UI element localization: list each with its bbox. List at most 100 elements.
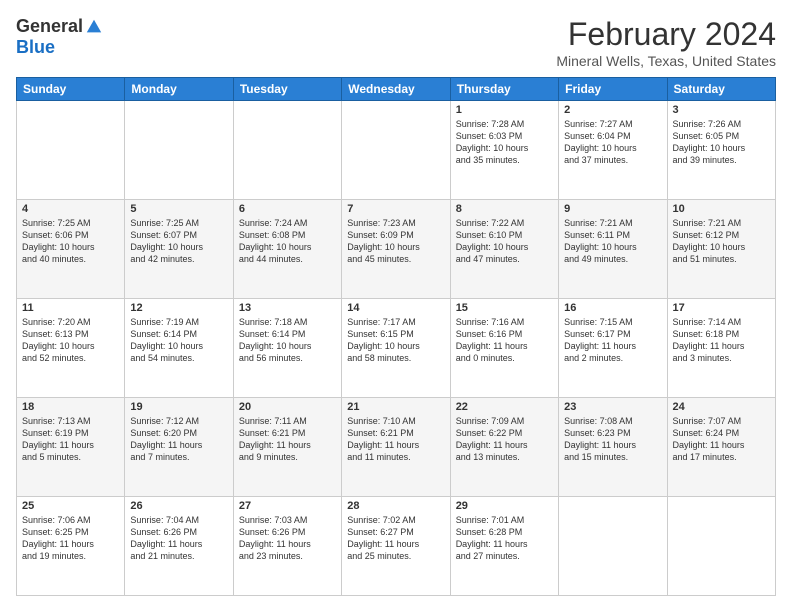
day-number: 14 <box>347 302 444 314</box>
day-number: 4 <box>22 203 119 215</box>
calendar-cell: 26 Sunrise: 7:04 AM Sunset: 6:26 PM Dayli… <box>125 497 233 596</box>
day-info: Sunrise: 7:03 AM Sunset: 6:26 PM Dayligh… <box>239 514 336 563</box>
calendar-cell: 9Sunrise: 7:21 AM Sunset: 6:11 PM Daylig… <box>559 200 667 299</box>
calendar-cell <box>667 497 775 596</box>
calendar-week-3: 18 Sunrise: 7:13 AM Sunset: 6:19 PM Dayli… <box>17 398 776 497</box>
day-number: 21 <box>347 401 444 413</box>
day-number: 1 <box>456 104 553 116</box>
day-number: 29 <box>456 500 553 512</box>
day-number: 18 <box>22 401 119 413</box>
header-sunday: Sunday <box>17 78 125 101</box>
header-friday: Friday <box>559 78 667 101</box>
logo: General Blue <box>16 16 103 58</box>
calendar-cell: 8Sunrise: 7:22 AM Sunset: 6:10 PM Daylig… <box>450 200 558 299</box>
day-number: 25 <box>22 500 119 512</box>
header-thursday: Thursday <box>450 78 558 101</box>
calendar-cell: 15 Sunrise: 7:16 AM Sunset: 6:16 PM Dayli… <box>450 299 558 398</box>
calendar-cell: 20 Sunrise: 7:11 AM Sunset: 6:21 PM Dayli… <box>233 398 341 497</box>
day-number: 6 <box>239 203 336 215</box>
page: General Blue February 2024 Mineral Wells… <box>0 0 792 612</box>
header: General Blue February 2024 Mineral Wells… <box>16 16 776 69</box>
calendar-week-0: 1 Sunrise: 7:28 AM Sunset: 6:03 PM Daylig… <box>17 101 776 200</box>
day-number: 24 <box>673 401 770 413</box>
day-info: Sunrise: 7:19 AM Sunset: 6:14 PM Dayligh… <box>130 316 227 365</box>
calendar-cell: 25 Sunrise: 7:06 AM Sunset: 6:25 PM Dayli… <box>17 497 125 596</box>
day-info: Sunrise: 7:20 AM Sunset: 6:13 PM Dayligh… <box>22 316 119 365</box>
day-info: Sunrise: 7:21 AM Sunset: 6:11 PM Dayligh… <box>564 217 661 266</box>
calendar-cell: 14 Sunrise: 7:17 AM Sunset: 6:15 PM Dayli… <box>342 299 450 398</box>
calendar-cell <box>342 101 450 200</box>
logo-blue-text: Blue <box>16 37 55 58</box>
day-number: 16 <box>564 302 661 314</box>
calendar-cell: 18 Sunrise: 7:13 AM Sunset: 6:19 PM Dayli… <box>17 398 125 497</box>
day-number: 3 <box>673 104 770 116</box>
day-info: Sunrise: 7:15 AM Sunset: 6:17 PM Dayligh… <box>564 316 661 365</box>
day-info: Sunrise: 7:04 AM Sunset: 6:26 PM Dayligh… <box>130 514 227 563</box>
calendar-cell: 12 Sunrise: 7:19 AM Sunset: 6:14 PM Dayli… <box>125 299 233 398</box>
calendar-cell: 6 Sunrise: 7:24 AM Sunset: 6:08 PM Daylig… <box>233 200 341 299</box>
day-info: Sunrise: 7:26 AM Sunset: 6:05 PM Dayligh… <box>673 118 770 167</box>
day-info: Sunrise: 7:17 AM Sunset: 6:15 PM Dayligh… <box>347 316 444 365</box>
day-number: 7 <box>347 203 444 215</box>
day-info: Sunrise: 7:07 AM Sunset: 6:24 PM Dayligh… <box>673 415 770 464</box>
day-info: Sunrise: 7:02 AM Sunset: 6:27 PM Dayligh… <box>347 514 444 563</box>
calendar: Sunday Monday Tuesday Wednesday Thursday… <box>16 77 776 596</box>
header-wednesday: Wednesday <box>342 78 450 101</box>
calendar-cell <box>125 101 233 200</box>
day-info: Sunrise: 7:08 AM Sunset: 6:23 PM Dayligh… <box>564 415 661 464</box>
calendar-cell: 27 Sunrise: 7:03 AM Sunset: 6:26 PM Dayli… <box>233 497 341 596</box>
day-number: 11 <box>22 302 119 314</box>
logo-icon <box>85 18 103 36</box>
day-info: Sunrise: 7:13 AM Sunset: 6:19 PM Dayligh… <box>22 415 119 464</box>
calendar-cell: 13 Sunrise: 7:18 AM Sunset: 6:14 PM Dayli… <box>233 299 341 398</box>
day-info: Sunrise: 7:12 AM Sunset: 6:20 PM Dayligh… <box>130 415 227 464</box>
day-info: Sunrise: 7:21 AM Sunset: 6:12 PM Dayligh… <box>673 217 770 266</box>
day-info: Sunrise: 7:14 AM Sunset: 6:18 PM Dayligh… <box>673 316 770 365</box>
day-info: Sunrise: 7:27 AM Sunset: 6:04 PM Dayligh… <box>564 118 661 167</box>
day-number: 5 <box>130 203 227 215</box>
day-info: Sunrise: 7:10 AM Sunset: 6:21 PM Dayligh… <box>347 415 444 464</box>
day-info: Sunrise: 7:11 AM Sunset: 6:21 PM Dayligh… <box>239 415 336 464</box>
calendar-cell <box>233 101 341 200</box>
day-number: 23 <box>564 401 661 413</box>
day-number: 10 <box>673 203 770 215</box>
calendar-week-4: 25 Sunrise: 7:06 AM Sunset: 6:25 PM Dayli… <box>17 497 776 596</box>
day-number: 22 <box>456 401 553 413</box>
calendar-cell <box>559 497 667 596</box>
day-info: Sunrise: 7:28 AM Sunset: 6:03 PM Dayligh… <box>456 118 553 167</box>
calendar-cell: 11 Sunrise: 7:20 AM Sunset: 6:13 PM Dayli… <box>17 299 125 398</box>
day-info: Sunrise: 7:16 AM Sunset: 6:16 PM Dayligh… <box>456 316 553 365</box>
day-number: 13 <box>239 302 336 314</box>
day-info: Sunrise: 7:09 AM Sunset: 6:22 PM Dayligh… <box>456 415 553 464</box>
day-info: Sunrise: 7:06 AM Sunset: 6:25 PM Dayligh… <box>22 514 119 563</box>
header-tuesday: Tuesday <box>233 78 341 101</box>
calendar-cell: 23 Sunrise: 7:08 AM Sunset: 6:23 PM Dayli… <box>559 398 667 497</box>
day-number: 2 <box>564 104 661 116</box>
day-info: Sunrise: 7:24 AM Sunset: 6:08 PM Dayligh… <box>239 217 336 266</box>
calendar-cell: 28Sunrise: 7:02 AM Sunset: 6:27 PM Dayli… <box>342 497 450 596</box>
calendar-cell: 1 Sunrise: 7:28 AM Sunset: 6:03 PM Daylig… <box>450 101 558 200</box>
calendar-cell: 16 Sunrise: 7:15 AM Sunset: 6:17 PM Dayli… <box>559 299 667 398</box>
calendar-cell: 4Sunrise: 7:25 AM Sunset: 6:06 PM Daylig… <box>17 200 125 299</box>
day-info: Sunrise: 7:22 AM Sunset: 6:10 PM Dayligh… <box>456 217 553 266</box>
day-number: 20 <box>239 401 336 413</box>
day-number: 19 <box>130 401 227 413</box>
calendar-week-2: 11 Sunrise: 7:20 AM Sunset: 6:13 PM Dayli… <box>17 299 776 398</box>
calendar-cell: 22 Sunrise: 7:09 AM Sunset: 6:22 PM Dayli… <box>450 398 558 497</box>
calendar-cell: 21 Sunrise: 7:10 AM Sunset: 6:21 PM Dayli… <box>342 398 450 497</box>
calendar-cell <box>17 101 125 200</box>
calendar-cell: 29Sunrise: 7:01 AM Sunset: 6:28 PM Dayli… <box>450 497 558 596</box>
title-block: February 2024 Mineral Wells, Texas, Unit… <box>556 16 776 69</box>
calendar-cell: 10 Sunrise: 7:21 AM Sunset: 6:12 PM Dayli… <box>667 200 775 299</box>
day-number: 12 <box>130 302 227 314</box>
logo-general-text: General <box>16 16 83 37</box>
day-info: Sunrise: 7:25 AM Sunset: 6:07 PM Dayligh… <box>130 217 227 266</box>
day-info: Sunrise: 7:18 AM Sunset: 6:14 PM Dayligh… <box>239 316 336 365</box>
day-number: 27 <box>239 500 336 512</box>
calendar-cell: 2 Sunrise: 7:27 AM Sunset: 6:04 PM Daylig… <box>559 101 667 200</box>
calendar-week-1: 4Sunrise: 7:25 AM Sunset: 6:06 PM Daylig… <box>17 200 776 299</box>
day-info: Sunrise: 7:23 AM Sunset: 6:09 PM Dayligh… <box>347 217 444 266</box>
header-monday: Monday <box>125 78 233 101</box>
day-number: 26 <box>130 500 227 512</box>
day-number: 15 <box>456 302 553 314</box>
